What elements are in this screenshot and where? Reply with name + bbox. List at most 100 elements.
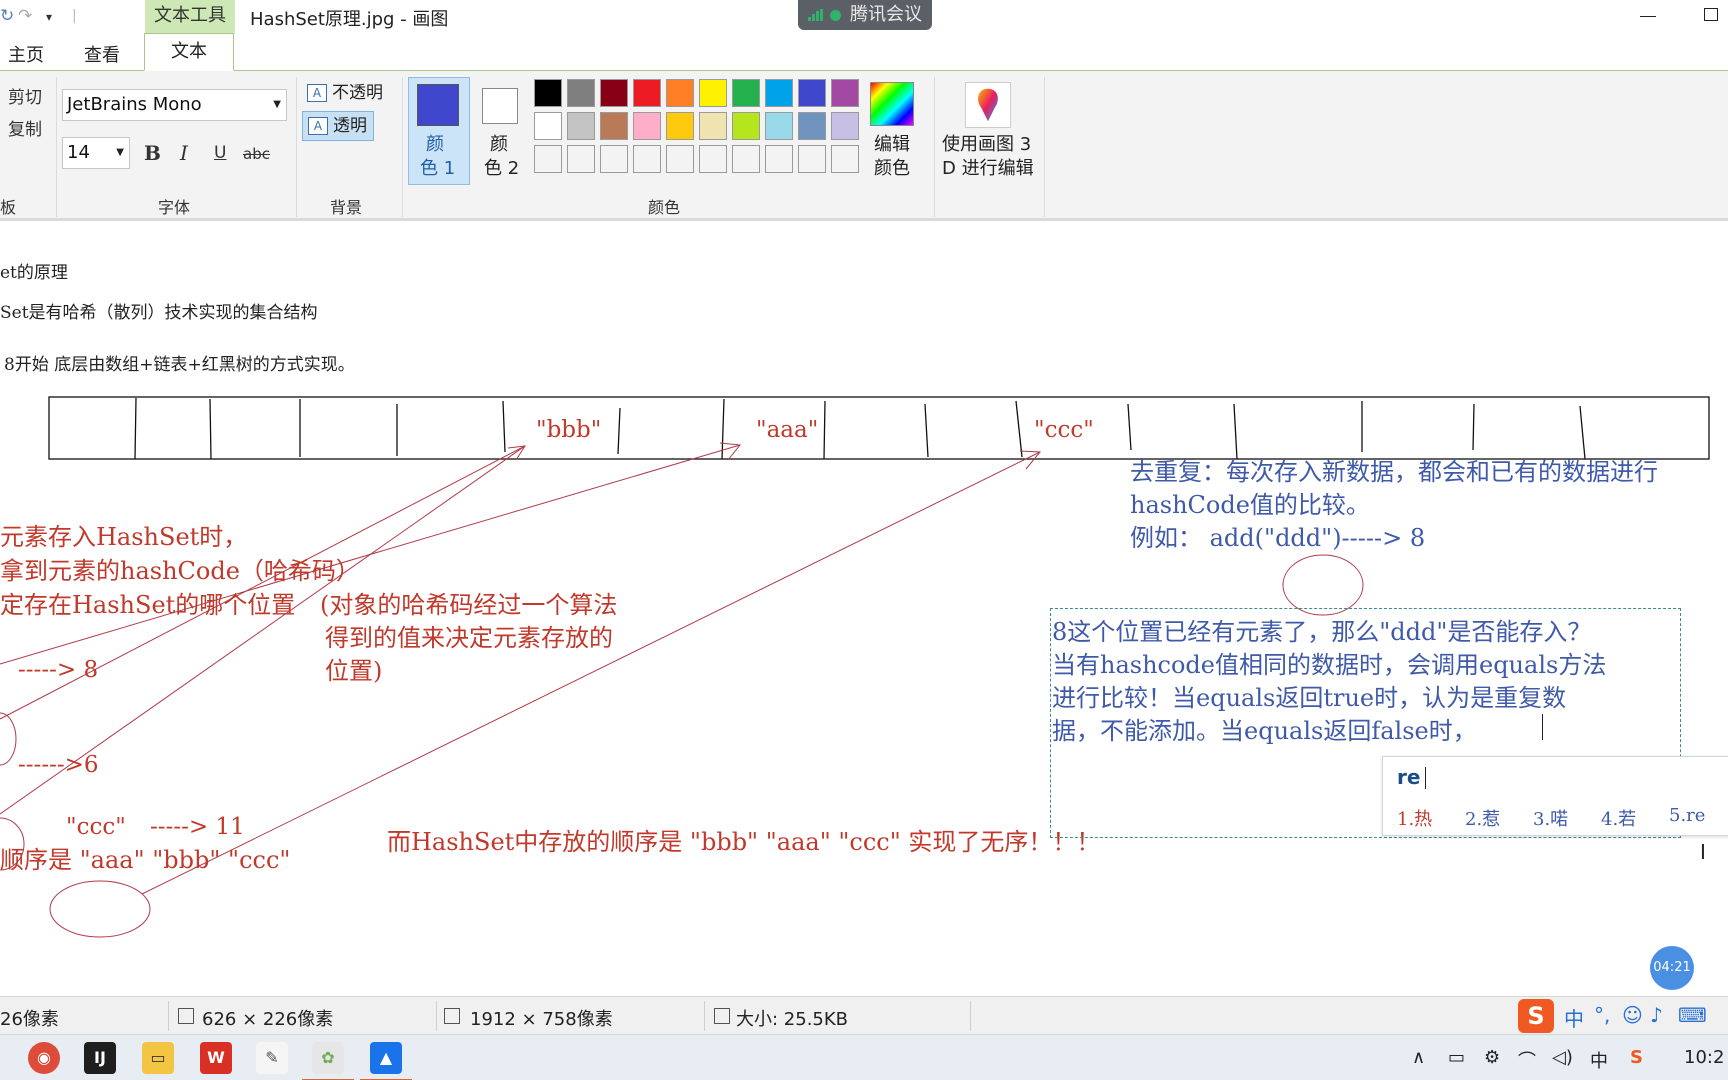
recording-timer[interactable]: 04:21 (1650, 946, 1694, 990)
redo-icon[interactable]: ↻ (0, 6, 14, 26)
font-family-select[interactable]: JetBrains Mono ▼ (62, 89, 287, 121)
palette-swatch[interactable] (765, 112, 793, 140)
network-icon[interactable]: ⌒ (1518, 1047, 1536, 1073)
edit-colors-icon[interactable] (870, 82, 914, 126)
paint-window: { "titlebar": { "context_tab": "文本工具", "… (0, 0, 1728, 1080)
custom-color-slot[interactable] (699, 145, 727, 173)
custom-color-slot[interactable] (765, 145, 793, 173)
clock[interactable]: 10:2 (1684, 1047, 1724, 1068)
custom-color-slot[interactable] (666, 145, 694, 173)
paint3d-label-line1[interactable]: 使用画图 3 (942, 133, 1031, 156)
palette-swatch[interactable] (732, 112, 760, 140)
sogou-tray-icon[interactable]: S (1630, 1047, 1643, 1068)
palette-swatch[interactable] (765, 79, 793, 107)
text-box-line1[interactable]: 8这个位置已经有元素了，那么"ddd"是否能存入？ (1052, 612, 1591, 647)
title-bar: ↻ ↷ ▾ | 文本工具 HashSet原理.jpg - 画图 腾讯会议 (0, 0, 1728, 33)
custom-color-slot[interactable] (732, 145, 760, 173)
palette-swatch[interactable] (534, 79, 562, 107)
bold-button[interactable]: B (144, 141, 161, 165)
emoji-icon[interactable]: ☺ (1622, 1003, 1643, 1027)
palette-swatch[interactable] (567, 79, 595, 107)
custom-color-slot[interactable] (534, 145, 562, 173)
punctuation-icon[interactable]: °, (1594, 1003, 1610, 1027)
tab-home[interactable]: 主页 (8, 41, 44, 67)
file-explorer-icon[interactable]: ▭ (142, 1042, 174, 1074)
ime-candidate[interactable]: 1.热 (1397, 805, 1432, 831)
paint3d-icon[interactable] (965, 82, 1011, 128)
palette-swatch[interactable] (699, 79, 727, 107)
customize-qat-icon[interactable]: ▾ (46, 10, 52, 24)
palette-swatch[interactable] (633, 79, 661, 107)
palette-swatch[interactable] (831, 112, 859, 140)
palette-swatch[interactable] (699, 112, 727, 140)
custom-color-slot[interactable] (633, 145, 661, 173)
sogou-ime-toolbar[interactable]: S 中 °, ☺ ♪ ⌨ (1512, 997, 1728, 1035)
palette-swatch[interactable] (732, 79, 760, 107)
custom-color-slot[interactable] (798, 145, 826, 173)
text-box-line2[interactable]: 当有hashcode值相同的数据时，会调用equals方法 (1052, 645, 1606, 680)
left-note-line2: 拿到元素的hashCode（哈希码） (0, 557, 360, 585)
color2-label-line2: 色 2 (484, 158, 520, 179)
cut-button[interactable]: 剪切 (8, 83, 42, 108)
text-box-line3[interactable]: 进行比较！当equals返回true时，认为是重复数 (1052, 678, 1566, 713)
array-label-ccc: "ccc" (1034, 417, 1094, 443)
app-icon[interactable]: ✎ (256, 1042, 288, 1074)
font-size-select[interactable]: 14 ▼ (62, 137, 130, 169)
hash-map-11: -----> 11 (150, 814, 245, 840)
palette-swatch[interactable] (633, 112, 661, 140)
volume-icon[interactable]: ◁) (1552, 1047, 1573, 1068)
copy-button[interactable]: 复制 (8, 115, 42, 140)
palette-swatch[interactable] (798, 112, 826, 140)
paint3d-label-line2[interactable]: D 进行编辑 (942, 157, 1034, 180)
battery-icon[interactable]: ▭ (1448, 1047, 1465, 1068)
chrome-icon[interactable]: ◉ (28, 1042, 60, 1074)
text-box-line4[interactable]: 据，不能添加。当equals返回false时， (1052, 711, 1477, 746)
palette-swatch[interactable] (831, 79, 859, 107)
edit-colors-label-line2[interactable]: 颜色 (874, 157, 910, 180)
edit-colors-label-line1[interactable]: 编辑 (874, 133, 910, 156)
group-separator (402, 77, 403, 217)
paint-taskbar-icon[interactable]: ✿ (302, 1042, 354, 1080)
microphone-icon[interactable]: ♪ (1650, 1003, 1663, 1027)
ime-mode-chinese-icon[interactable]: 中 (1564, 1003, 1584, 1032)
palette-swatch[interactable] (666, 79, 694, 107)
selection-size-icon (178, 1008, 194, 1024)
opaque-option[interactable]: A 不透明 (302, 79, 406, 109)
keyboard-icon[interactable]: ⌨ (1678, 1003, 1707, 1027)
palette-swatch[interactable] (534, 112, 562, 140)
italic-button[interactable]: I (180, 141, 188, 165)
palette-swatch[interactable] (666, 112, 694, 140)
palette-swatch[interactable] (600, 79, 628, 107)
wps-icon[interactable]: W (200, 1042, 232, 1074)
ime-candidate-window[interactable]: re 1.热 2.惹 3.喏 4.若 5.re (1382, 756, 1728, 836)
undo-icon[interactable]: ↷ (18, 6, 32, 26)
palette-swatch[interactable] (600, 112, 628, 140)
underline-button[interactable]: U (214, 143, 226, 163)
clipboard-group-label: 板 (0, 198, 17, 217)
palette-swatch[interactable] (798, 79, 826, 107)
drawing-canvas[interactable]: et的原理 Set是有哈希（散列）技术实现的集合结构 8开始 底层由数组+链表+… (0, 224, 1728, 990)
ime-language-indicator[interactable]: 中 (1590, 1047, 1608, 1073)
custom-color-slot[interactable] (567, 145, 595, 173)
tencent-meeting-bar[interactable]: 腾讯会议 (798, 0, 932, 30)
tencent-meeting-taskbar-icon[interactable]: ▲ (360, 1042, 412, 1080)
minimize-icon[interactable] (1640, 16, 1656, 17)
tab-text[interactable]: 文本 (144, 33, 234, 71)
ime-candidate[interactable]: 5.re (1669, 805, 1705, 826)
strikethrough-button[interactable]: abc (243, 145, 270, 163)
transparent-option[interactable]: A 透明 (302, 111, 374, 141)
array-dividers (134, 397, 1586, 460)
tab-view[interactable]: 查看 (84, 41, 120, 67)
custom-color-slot[interactable] (831, 145, 859, 173)
palette-swatch[interactable] (567, 112, 595, 140)
ime-candidate[interactable]: 4.若 (1601, 805, 1636, 831)
ime-candidate[interactable]: 2.惹 (1465, 805, 1500, 831)
tray-overflow-icon[interactable]: ∧ (1412, 1047, 1425, 1068)
intellij-icon[interactable]: IJ (84, 1042, 116, 1074)
ime-candidate[interactable]: 3.喏 (1533, 805, 1568, 831)
status-separator (436, 1001, 437, 1031)
maximize-icon[interactable] (1704, 8, 1718, 21)
color2-swatch (482, 88, 518, 124)
custom-color-slot[interactable] (600, 145, 628, 173)
app-tray-icon[interactable]: ⚙ (1484, 1047, 1500, 1068)
